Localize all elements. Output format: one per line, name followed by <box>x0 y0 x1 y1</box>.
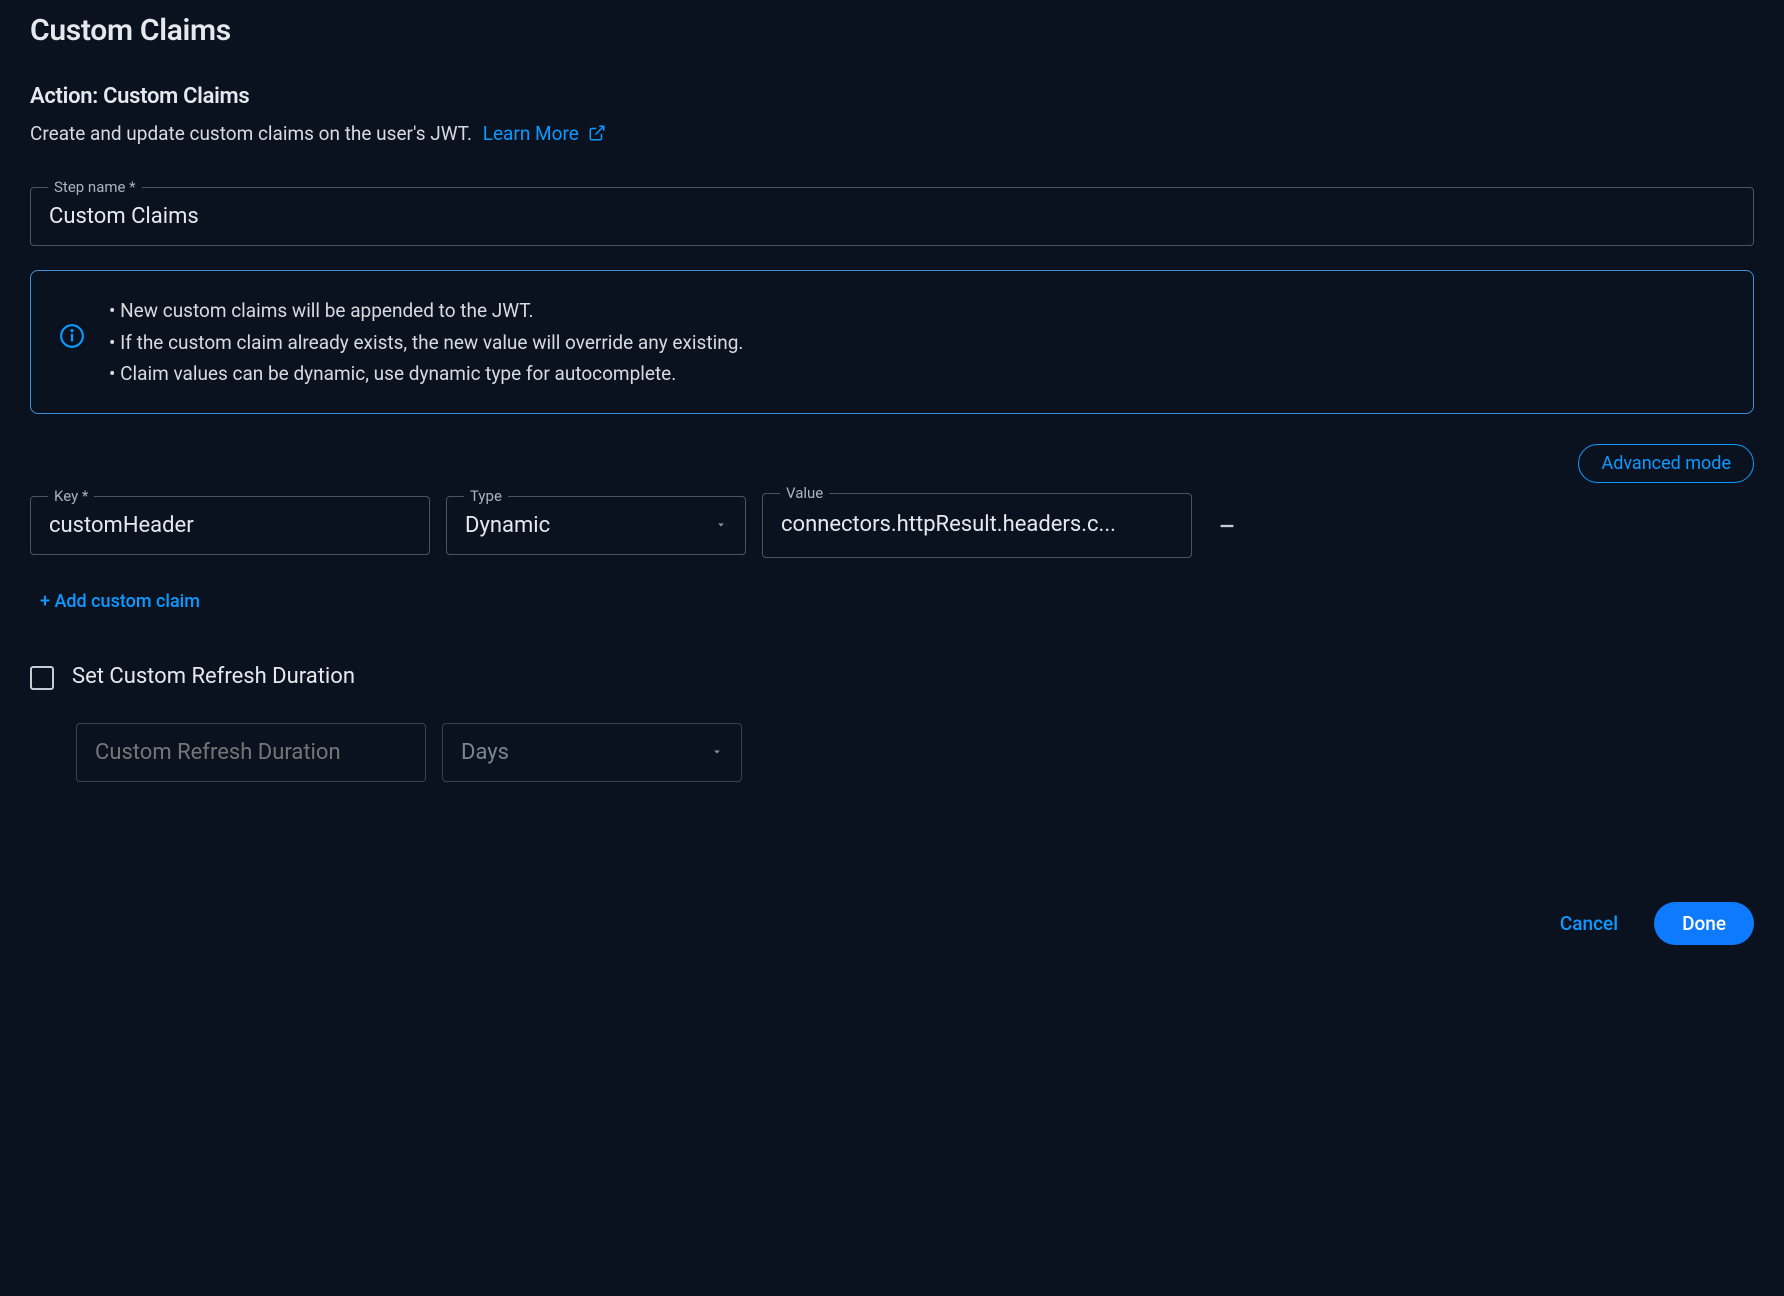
info-line-2: • If the custom claim already exists, th… <box>109 327 1725 358</box>
info-line-1: • New custom claims will be appended to … <box>109 295 1725 326</box>
refresh-unit-select[interactable]: Days <box>442 723 742 782</box>
footer: Cancel Done <box>30 902 1754 945</box>
info-box: • New custom claims will be appended to … <box>30 270 1754 414</box>
add-custom-claim-button[interactable]: + Add custom claim <box>40 591 200 612</box>
done-button[interactable]: Done <box>1654 902 1754 945</box>
refresh-unit-field: Days <box>442 723 742 782</box>
claim-key-label: Key * <box>48 486 94 507</box>
refresh-duration-row: Days <box>76 723 1754 782</box>
minus-icon <box>1216 515 1238 537</box>
remove-claim-button[interactable] <box>1208 507 1246 545</box>
step-name-field: Step name * <box>30 187 1754 246</box>
claim-value-field: Value connectors.httpResult.headers.c... <box>762 493 1192 558</box>
claim-type-label: Type <box>464 486 508 507</box>
learn-more-link[interactable]: Learn More <box>483 122 606 145</box>
claim-key-field: Key * <box>30 496 430 555</box>
step-name-input[interactable] <box>30 187 1754 246</box>
refresh-duration-input[interactable] <box>76 723 426 782</box>
claim-value-label: Value <box>780 483 829 504</box>
step-name-label: Step name * <box>48 177 142 198</box>
page-title: Custom Claims <box>30 10 1754 52</box>
advanced-mode-button[interactable]: Advanced mode <box>1578 444 1754 483</box>
refresh-duration-field <box>76 723 426 782</box>
cancel-button[interactable]: Cancel <box>1554 911 1624 936</box>
refresh-duration-label: Set Custom Refresh Duration <box>72 662 355 693</box>
info-lines: • New custom claims will be appended to … <box>109 295 1725 389</box>
external-link-icon <box>588 124 606 142</box>
info-line-3: • Claim values can be dynamic, use dynam… <box>109 358 1725 389</box>
action-description: Create and update custom claims on the u… <box>30 122 472 145</box>
refresh-duration-checkbox[interactable] <box>30 666 54 690</box>
learn-more-label: Learn More <box>483 122 579 145</box>
action-title: Action: Custom Claims <box>30 82 1754 113</box>
claim-type-field: Type Dynamic <box>446 496 746 555</box>
action-description-row: Create and update custom claims on the u… <box>30 121 1754 148</box>
refresh-checkbox-row: Set Custom Refresh Duration <box>30 662 1754 693</box>
info-icon <box>59 323 85 357</box>
claim-row: Key * Type Dynamic Value connectors.http… <box>30 493 1754 558</box>
